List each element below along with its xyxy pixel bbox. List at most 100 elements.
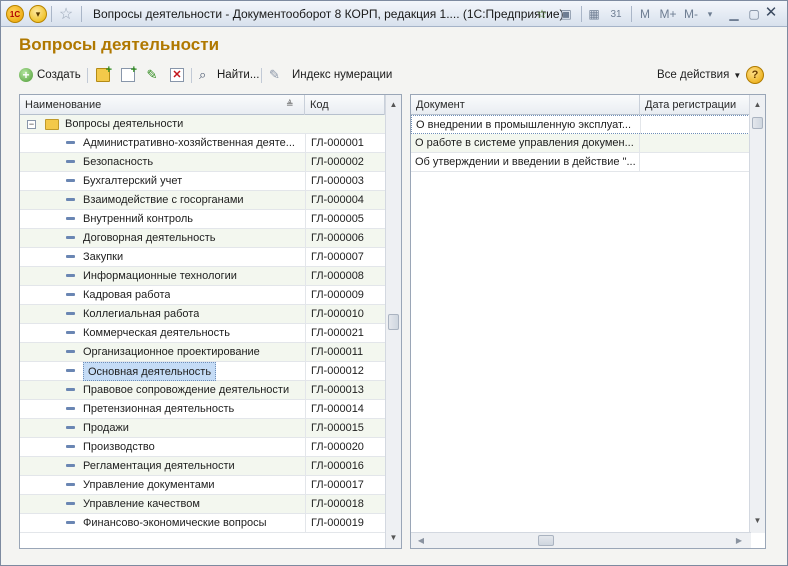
1c-logo-icon[interactable]: 1С bbox=[6, 5, 24, 23]
table-row[interactable]: Закупки ГЛ-000007 bbox=[20, 248, 386, 267]
app-window: 1С ▾ ☆ Вопросы деятельности - Документоо… bbox=[0, 0, 788, 566]
catalog-item-icon bbox=[66, 217, 75, 220]
find-button[interactable]: ⌕ Найти... bbox=[199, 64, 259, 86]
table-row[interactable]: О внедрении в промышленную эксплуат... bbox=[411, 115, 750, 135]
memory-store-button[interactable]: M bbox=[638, 5, 652, 23]
item-code: ГЛ-000015 bbox=[305, 419, 386, 438]
table-row[interactable]: Безопасность ГЛ-000002 bbox=[20, 153, 386, 172]
main-menu-dropdown-icon[interactable]: ▾ bbox=[29, 5, 47, 23]
scroll-left-icon[interactable]: ◀ bbox=[413, 533, 429, 548]
collapse-icon[interactable]: − bbox=[27, 120, 36, 129]
catalog-item-icon bbox=[66, 388, 75, 391]
numbering-index-button[interactable]: ✎ Индекс нумерации bbox=[269, 64, 392, 86]
item-name: Коммерческая деятельность bbox=[83, 327, 230, 339]
table-row[interactable]: Коллегиальная работа ГЛ-000010 bbox=[20, 305, 386, 324]
copy-button[interactable] bbox=[121, 64, 139, 86]
catalog-item-icon bbox=[66, 198, 75, 201]
item-code: ГЛ-000013 bbox=[305, 381, 386, 400]
catalog-item-icon bbox=[66, 426, 75, 429]
toolbar-divider bbox=[191, 68, 192, 83]
item-name: Бухгалтерский учет bbox=[83, 175, 183, 187]
maximize-icon[interactable]: ▢ bbox=[746, 5, 762, 23]
all-actions-button[interactable]: Все действия ▼ bbox=[657, 64, 741, 86]
table-row[interactable]: Договорная деятельность ГЛ-000006 bbox=[20, 229, 386, 248]
memory-add-button[interactable]: M+ bbox=[657, 5, 679, 23]
scroll-thumb[interactable] bbox=[752, 117, 763, 129]
table-row[interactable]: Коммерческая деятельность ГЛ-000021 bbox=[20, 324, 386, 343]
catalog-item-icon bbox=[66, 293, 75, 296]
catalog-item-icon bbox=[66, 445, 75, 448]
issues-tree-table: Наименование ≜ Код − Вопросы деятельности… bbox=[19, 94, 402, 549]
scroll-up-icon[interactable]: ▲ bbox=[750, 97, 765, 113]
item-code: ГЛ-000003 bbox=[305, 172, 386, 191]
memory-subtract-button[interactable]: M- bbox=[681, 5, 701, 23]
table-row[interactable]: Регламентация деятельности ГЛ-000016 bbox=[20, 457, 386, 476]
table-row[interactable]: Финансово-экономические вопросы ГЛ-000019 bbox=[20, 514, 386, 533]
calculator-icon[interactable]: ▦ bbox=[586, 5, 602, 23]
scroll-up-icon[interactable]: ▲ bbox=[386, 97, 401, 113]
close-icon[interactable]: ✕ bbox=[761, 4, 781, 22]
table-row[interactable]: Претензионная деятельность ГЛ-000014 bbox=[20, 400, 386, 419]
scroll-down-icon[interactable]: ▼ bbox=[750, 513, 765, 529]
folder-icon bbox=[45, 119, 59, 130]
titlebar-divider bbox=[81, 6, 82, 22]
item-code: ГЛ-000021 bbox=[305, 324, 386, 343]
table-row[interactable]: Основная деятельность ГЛ-000012 bbox=[20, 362, 386, 381]
item-code: ГЛ-000005 bbox=[305, 210, 386, 229]
table-row[interactable]: Кадровая работа ГЛ-000009 bbox=[20, 286, 386, 305]
horizontal-scrollbar[interactable]: ◀ ▶ bbox=[411, 532, 751, 548]
table-row[interactable]: Продажи ГЛ-000015 bbox=[20, 419, 386, 438]
table-row[interactable]: Производство ГЛ-000020 bbox=[20, 438, 386, 457]
catalog-item-icon bbox=[66, 502, 75, 505]
create-button[interactable]: + Создать bbox=[19, 64, 81, 86]
help-button[interactable]: ? bbox=[746, 66, 764, 84]
scroll-down-icon[interactable]: ▼ bbox=[386, 530, 401, 546]
bookmark-icon[interactable]: ▣ bbox=[557, 5, 575, 23]
table-row[interactable]: Управление качеством ГЛ-000018 bbox=[20, 495, 386, 514]
vertical-scrollbar[interactable]: ▲ ▼ bbox=[385, 95, 401, 548]
catalog-item-icon bbox=[66, 483, 75, 486]
toolbar-divider bbox=[87, 68, 88, 83]
item-code: ГЛ-000010 bbox=[305, 305, 386, 324]
catalog-item-icon bbox=[66, 274, 75, 277]
item-code: ГЛ-000006 bbox=[305, 229, 386, 248]
create-label: Создать bbox=[37, 69, 81, 81]
delete-button[interactable]: ✕ bbox=[170, 64, 188, 86]
table-row[interactable]: Организационное проектирование ГЛ-000011 bbox=[20, 343, 386, 362]
vertical-scrollbar[interactable]: ▲ ▼ bbox=[749, 95, 765, 533]
table-row[interactable]: Административно-хозяйственная деяте... ГЛ… bbox=[20, 134, 386, 153]
table-row[interactable]: Взаимодействие с госорганами ГЛ-000004 bbox=[20, 191, 386, 210]
titlebar-menu-chevron-icon[interactable]: ▾ bbox=[704, 5, 716, 23]
catalog-item-icon bbox=[66, 331, 75, 334]
delete-icon: ✕ bbox=[170, 68, 184, 82]
column-header-registration-date[interactable]: Дата регистрации bbox=[640, 95, 750, 115]
item-name: Внутренний контроль bbox=[83, 213, 193, 225]
table-row[interactable]: Управление документами ГЛ-000017 bbox=[20, 476, 386, 495]
document-name: О работе в системе управления докумен... bbox=[415, 137, 634, 149]
create-folder-button[interactable] bbox=[96, 64, 114, 86]
edit-button[interactable]: ✎ bbox=[145, 64, 163, 86]
scroll-thumb[interactable] bbox=[388, 314, 399, 330]
column-header-code[interactable]: Код bbox=[305, 95, 385, 115]
item-code: ГЛ-000019 bbox=[305, 514, 386, 533]
item-code: ГЛ-000008 bbox=[305, 267, 386, 286]
tree-group-row[interactable]: − Вопросы деятельности bbox=[20, 115, 386, 134]
column-header-name[interactable]: Наименование bbox=[20, 95, 305, 115]
column-header-document[interactable]: Документ bbox=[411, 95, 640, 115]
item-code: ГЛ-000020 bbox=[305, 438, 386, 457]
minimize-icon[interactable]: ▁ bbox=[726, 5, 742, 23]
table-row[interactable]: О работе в системе управления докумен... bbox=[411, 134, 750, 153]
sort-icon[interactable]: ≜ bbox=[286, 99, 294, 110]
table-row[interactable]: Информационные технологии ГЛ-000008 bbox=[20, 267, 386, 286]
scroll-thumb[interactable] bbox=[538, 535, 554, 546]
table-row[interactable]: Правовое сопровождение деятельности ГЛ-00… bbox=[20, 381, 386, 400]
favorites-star-icon[interactable]: ☆ bbox=[57, 5, 75, 23]
new-folder-icon bbox=[96, 64, 112, 82]
table-row[interactable]: Об утверждении и введении в действие "..… bbox=[411, 153, 750, 172]
add-favorite-icon[interactable]: ☆ bbox=[533, 5, 551, 23]
table-row[interactable]: Внутренний контроль ГЛ-000005 bbox=[20, 210, 386, 229]
table-row[interactable]: Бухгалтерский учет ГЛ-000003 bbox=[20, 172, 386, 191]
scroll-right-icon[interactable]: ▶ bbox=[731, 533, 747, 548]
chevron-down-icon: ▼ bbox=[733, 70, 742, 80]
calendar-icon[interactable]: 31 bbox=[608, 5, 624, 23]
